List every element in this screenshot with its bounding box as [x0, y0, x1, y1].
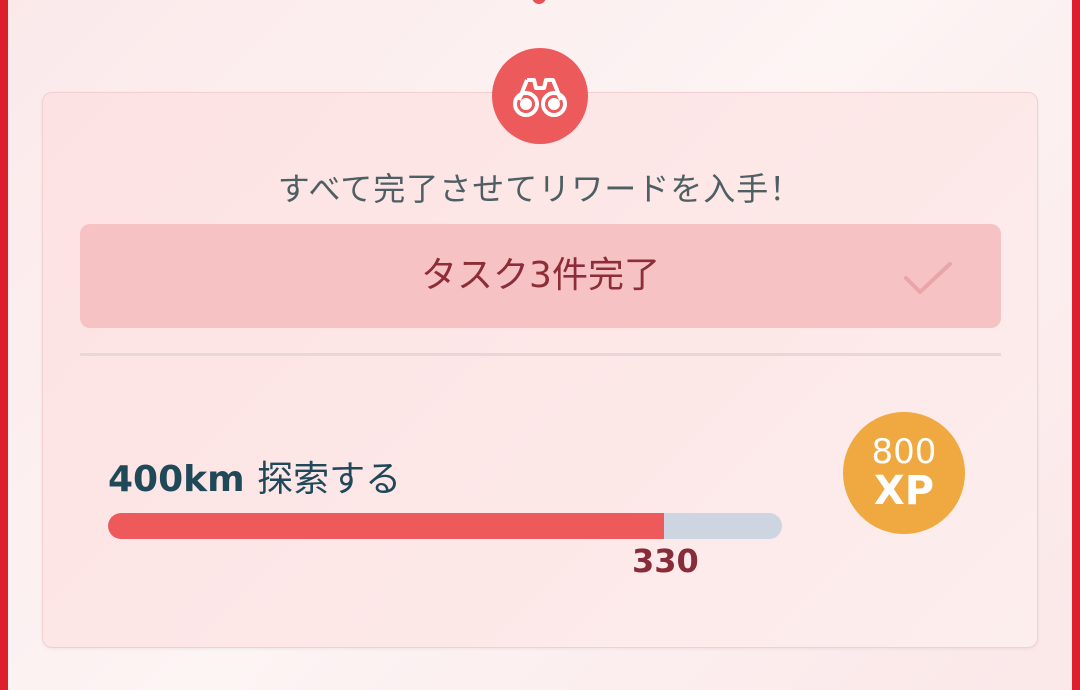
progress-bar	[108, 513, 782, 539]
progress-fill	[108, 513, 665, 539]
goal-title: 400km 探索する	[108, 450, 401, 502]
xp-reward-coin: 800 XP	[843, 412, 965, 534]
top-ribbon-tail	[532, 0, 546, 4]
binoculars-badge	[492, 48, 588, 144]
frame-right-edge	[1072, 0, 1080, 690]
binoculars-icon	[513, 78, 567, 117]
frame-left-edge	[0, 0, 8, 690]
checkmark-icon	[904, 262, 952, 294]
task-row[interactable]: タスク3件完了	[80, 224, 1001, 328]
xp-unit: XP	[873, 468, 935, 514]
divider	[80, 353, 1001, 356]
goal-distance: 400km	[108, 459, 245, 500]
subtitle: すべて完了させてリワードを入手！	[277, 170, 803, 208]
progress-value: 330	[632, 542, 699, 580]
task-label: タスク3件完了	[421, 255, 660, 296]
xp-amount: 800	[871, 432, 937, 472]
goal-action: 探索する	[257, 459, 402, 500]
